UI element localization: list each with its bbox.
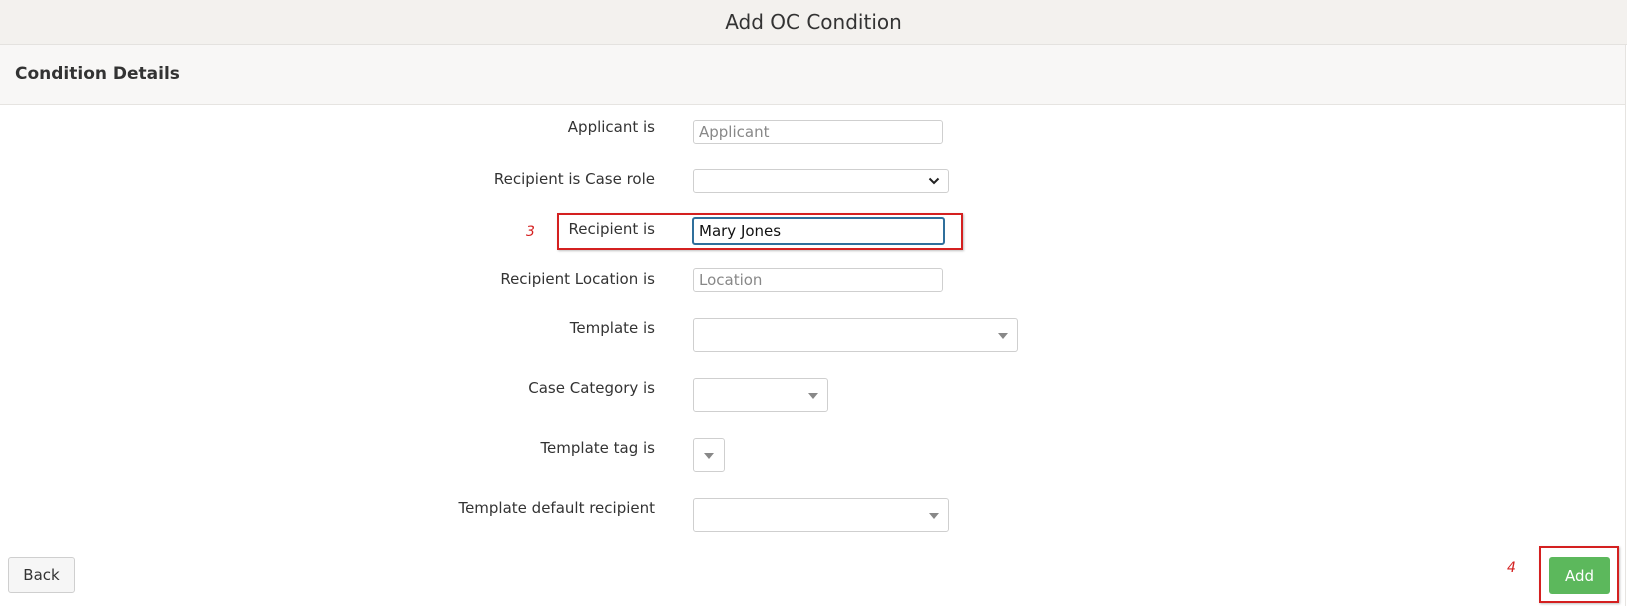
condition-details-section: Condition Details bbox=[0, 45, 1626, 105]
recipient-label: Recipient is bbox=[568, 220, 655, 238]
dropdown-arrow-icon bbox=[704, 453, 714, 459]
recipient-case-role-select[interactable] bbox=[693, 169, 949, 193]
dropdown-arrow-icon bbox=[929, 513, 939, 519]
page-header: Add OC Condition bbox=[0, 0, 1627, 45]
applicant-input[interactable] bbox=[693, 120, 943, 144]
template-label: Template is bbox=[569, 319, 655, 337]
back-button[interactable]: Back bbox=[8, 557, 75, 593]
template-default-recipient-label: Template default recipient bbox=[458, 499, 655, 517]
template-default-recipient-select[interactable] bbox=[693, 498, 949, 532]
chevron-down-icon bbox=[928, 177, 940, 185]
case-category-label: Case Category is bbox=[528, 379, 655, 397]
page-title: Add OC Condition bbox=[725, 10, 902, 34]
recipient-input[interactable] bbox=[692, 217, 945, 245]
annotation-step-3: 3 bbox=[526, 224, 535, 240]
recipient-case-role-label: Recipient is Case role bbox=[493, 170, 655, 188]
template-tag-select[interactable] bbox=[693, 438, 725, 472]
annotation-step-4: 4 bbox=[1507, 560, 1516, 576]
template-select[interactable] bbox=[693, 318, 1018, 352]
recipient-location-label: Recipient Location is bbox=[500, 270, 655, 288]
section-title: Condition Details bbox=[15, 64, 180, 84]
applicant-label: Applicant is bbox=[567, 118, 655, 136]
recipient-location-input[interactable] bbox=[693, 268, 943, 292]
case-category-select[interactable] bbox=[693, 378, 828, 412]
add-button[interactable]: Add bbox=[1549, 557, 1610, 594]
template-tag-label: Template tag is bbox=[540, 439, 655, 457]
dropdown-arrow-icon bbox=[998, 333, 1008, 339]
content-right-border bbox=[1625, 104, 1626, 606]
dropdown-arrow-icon bbox=[808, 393, 818, 399]
